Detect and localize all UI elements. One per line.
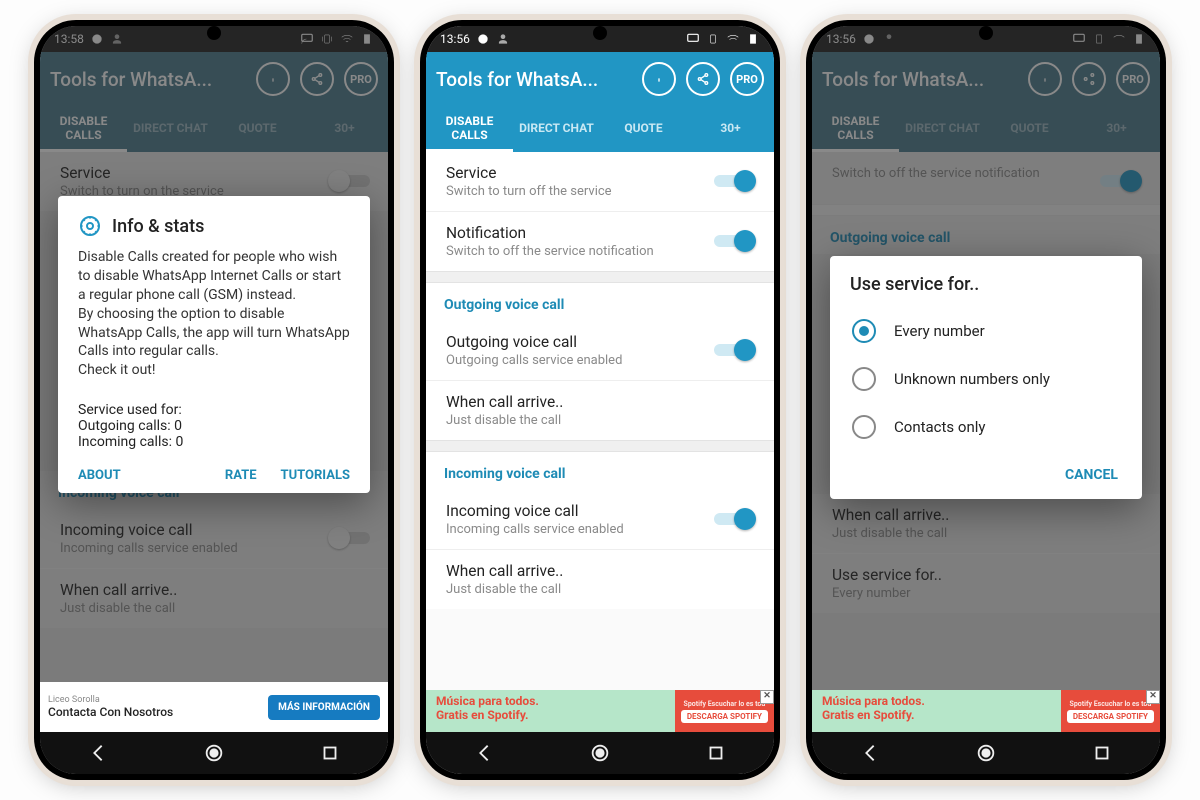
ad-cta-button[interactable]: Spotify Escuchar lo es tod DESCARGA SPOT… [1061, 690, 1160, 732]
row-title: Outgoing voice call [446, 333, 702, 351]
row-title: When call arrive.. [446, 393, 756, 411]
incoming-arrive-row[interactable]: When call arrive.. Just disable the call [426, 549, 774, 609]
row-title: Service [446, 164, 702, 182]
row-title: Notification [446, 224, 702, 242]
recent-button[interactable] [319, 742, 341, 764]
vibrate-icon [706, 32, 720, 46]
rate-button[interactable]: RATE [225, 468, 257, 483]
battery-icon [746, 32, 760, 46]
stats-label: Service used for: [78, 402, 350, 418]
system-nav-bar [40, 732, 388, 774]
row-subtitle: Switch to off the service notification [446, 244, 702, 259]
ad-close-icon[interactable]: ✕ [760, 690, 774, 704]
radio-every-number[interactable]: Every number [850, 307, 1122, 355]
ad-line1: Música para todos. [822, 694, 1051, 708]
radio-label: Every number [894, 322, 985, 340]
radio-icon [852, 319, 876, 343]
home-button[interactable] [975, 742, 997, 764]
outgoing-arrive-row[interactable]: When call arrive.. Just disable the call [426, 380, 774, 440]
status-time: 13:56 [440, 32, 470, 46]
share-button[interactable] [686, 62, 720, 96]
ad-banner[interactable]: Liceo SorollaContacta Con Nosotros MÁS I… [40, 682, 388, 732]
system-nav-bar [426, 732, 774, 774]
dialog-body: Disable Calls created for people who wis… [78, 248, 350, 380]
divider [426, 440, 774, 452]
stats-incoming: Incoming calls: 0 [78, 434, 350, 450]
ad-banner[interactable]: Música para todos.Gratis en Spotify. Spo… [426, 690, 774, 732]
outgoing-switch[interactable] [714, 339, 756, 361]
incoming-section-header: Incoming voice call [426, 452, 774, 490]
service-row[interactable]: Service Switch to turn off the service [426, 152, 774, 211]
tab-more[interactable]: 30+ [687, 106, 774, 152]
ad-button-label: DESCARGA SPOTIFY [1067, 710, 1154, 723]
radio-contacts-only[interactable]: Contacts only [850, 403, 1122, 451]
radio-label: Unknown numbers only [894, 370, 1050, 388]
notification-row[interactable]: Notification Switch to off the service no… [426, 211, 774, 271]
ad-line2: Gratis en Spotify. [822, 708, 1051, 722]
app-bar: Tools for WhatsA... PRO [426, 52, 774, 106]
tutorials-button[interactable]: TUTORIALS [281, 468, 350, 483]
row-title: When call arrive.. [446, 562, 756, 580]
tab-bar: DISABLE CALLS DIRECT CHAT QUOTE 30+ [426, 106, 774, 152]
ad-cta-button[interactable]: Spotify Escuchar lo es tod DESCARGA SPOT… [675, 690, 774, 732]
tab-disable-calls[interactable]: DISABLE CALLS [426, 106, 513, 152]
ad-banner[interactable]: Música para todos.Gratis en Spotify. Spo… [812, 690, 1160, 732]
radio-label: Contacts only [894, 418, 985, 436]
gear-icon [78, 214, 102, 238]
outgoing-section-header: Outgoing voice call [426, 283, 774, 321]
tab-quote[interactable]: QUOTE [600, 106, 687, 152]
info-stats-dialog: Info & stats Disable Calls created for p… [58, 196, 370, 493]
wifi-icon [726, 32, 740, 46]
ad-close-icon[interactable]: ✕ [1146, 690, 1160, 704]
row-subtitle: Outgoing calls service enabled [446, 353, 702, 368]
about-button[interactable]: ABOUT [78, 468, 121, 483]
cancel-button[interactable]: CANCEL [850, 461, 1122, 489]
ad-line2: Gratis en Spotify. [436, 708, 665, 722]
ad-line1: Música para todos. [436, 694, 665, 708]
cast-icon [686, 32, 700, 46]
dialog-title: Use service for.. [850, 274, 979, 295]
outgoing-call-row[interactable]: Outgoing voice call Outgoing calls servic… [426, 321, 774, 380]
ad-line1: Liceo Sorolla [48, 695, 260, 705]
row-subtitle: Incoming calls service enabled [446, 522, 702, 537]
divider [426, 271, 774, 283]
recent-button[interactable] [705, 742, 727, 764]
radio-unknown-only[interactable]: Unknown numbers only [850, 355, 1122, 403]
person-icon [496, 32, 510, 46]
home-button[interactable] [203, 742, 225, 764]
info-button[interactable] [642, 62, 676, 96]
app-title: Tools for WhatsA... [436, 68, 642, 91]
system-nav-bar [812, 732, 1160, 774]
row-subtitle: Just disable the call [446, 582, 756, 597]
ad-button-label: DESCARGA SPOTIFY [681, 710, 768, 723]
row-subtitle: Switch to turn off the service [446, 184, 702, 199]
ad-sub: Spotify Escuchar lo es tod [1070, 700, 1152, 708]
row-title: Incoming voice call [446, 502, 702, 520]
tab-direct-chat[interactable]: DIRECT CHAT [513, 106, 600, 152]
back-button[interactable] [87, 742, 109, 764]
incoming-call-row[interactable]: Incoming voice call Incoming calls servic… [426, 490, 774, 549]
ad-line2: Contacta Con Nosotros [48, 705, 260, 719]
notification-switch[interactable] [714, 230, 756, 252]
back-button[interactable] [473, 742, 495, 764]
radio-icon [852, 415, 876, 439]
service-switch[interactable] [714, 170, 756, 192]
back-button[interactable] [859, 742, 881, 764]
home-button[interactable] [589, 742, 611, 764]
recent-button[interactable] [1091, 742, 1113, 764]
incoming-switch[interactable] [714, 508, 756, 530]
row-subtitle: Just disable the call [446, 413, 756, 428]
stats-outgoing: Outgoing calls: 0 [78, 418, 350, 434]
radio-icon [852, 367, 876, 391]
dialog-title: Info & stats [112, 216, 204, 237]
pro-button[interactable]: PRO [730, 62, 764, 96]
ad-sub: Spotify Escuchar lo es tod [684, 700, 766, 708]
ad-cta-button[interactable]: MÁS INFORMACIÓN [268, 695, 380, 720]
chat-bubble-icon [476, 32, 490, 46]
use-service-dialog: Use service for.. Every number Unknown n… [830, 256, 1142, 499]
